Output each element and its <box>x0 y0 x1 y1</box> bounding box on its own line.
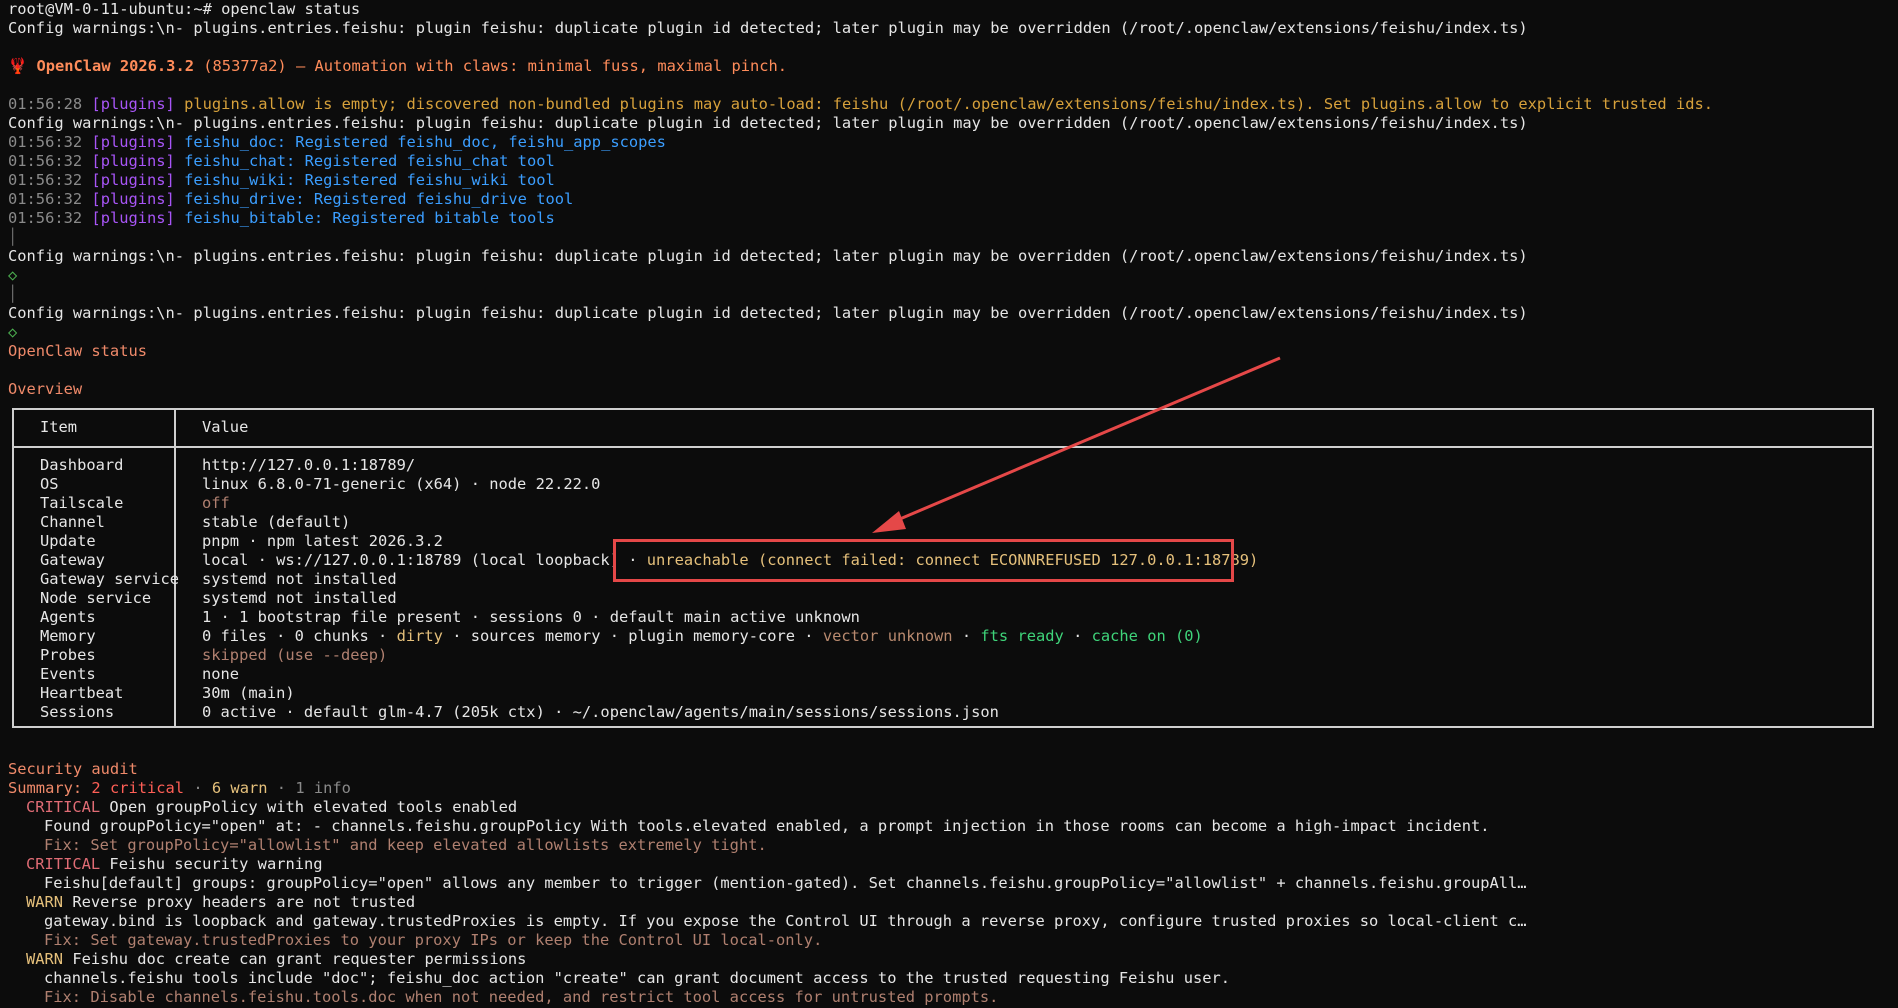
audit-item-fix: Fix: Disable channels.feishu.tools.doc w… <box>44 988 999 1006</box>
config-warning-line: Config warnings:\n- plugins.entries.feis… <box>8 114 1528 132</box>
critical-badge: CRITICAL <box>26 798 101 816</box>
shell-prompt-line: root@VM-0-11-ubuntu:~# openclaw status <box>8 0 361 18</box>
audit-item-title: WARN Reverse proxy headers are not trust… <box>26 893 416 911</box>
log-line: 01:56:32 [plugins] feishu_chat: Register… <box>8 152 555 170</box>
table-row-value: 0 active · default glm-4.7 (205k ctx) · … <box>202 703 999 721</box>
banner-name: OpenClaw 2026.3.2 <box>36 57 194 75</box>
table-row-item: Heartbeat <box>40 684 124 702</box>
table-row-item: Gateway <box>40 551 105 569</box>
audit-item-title: CRITICAL Open groupPolicy with elevated … <box>26 798 518 816</box>
critical-badge: CRITICAL <box>26 855 101 873</box>
table-row-item: OS <box>40 475 59 493</box>
audit-item-detail: gateway.bind is loopback and gateway.tru… <box>44 912 1527 930</box>
diamond-icon: ◇ <box>8 266 18 284</box>
pipe-glyph: │ <box>8 285 18 303</box>
security-summary: Summary: 2 critical · 6 warn · 1 info <box>8 779 351 797</box>
table-row-value: linux 6.8.0-71-generic (x64) · node 22.2… <box>202 475 601 493</box>
audit-item-title: CRITICAL Feishu security warning <box>26 855 323 873</box>
table-row-item: Probes <box>40 646 96 664</box>
table-row-value: stable (default) <box>202 513 351 531</box>
table-row-value: systemd not installed <box>202 570 397 588</box>
table-row-value: pnpm · npm latest 2026.3.2 <box>202 532 443 550</box>
lobster-icon: 🦞 <box>8 57 28 75</box>
log-line: 01:56:32 [plugins] feishu_drive: Registe… <box>8 190 574 208</box>
log-line: 01:56:32 [plugins] feishu_bitable: Regis… <box>8 209 555 227</box>
banner-line: 🦞 OpenClaw 2026.3.2 (85377a2) — Automati… <box>8 57 787 76</box>
table-header-divider <box>14 446 1872 448</box>
table-header-value: Value <box>202 418 249 436</box>
table-row-value: skipped (use --deep) <box>202 646 388 664</box>
audit-item-detail: channels.feishu tools include "doc"; fei… <box>44 969 1231 987</box>
table-row-item: Tailscale <box>40 494 124 512</box>
audit-item-detail: Found groupPolicy="open" at: - channels.… <box>44 817 1490 835</box>
table-header-item: Item <box>40 418 78 436</box>
table-row-item: Node service <box>40 589 152 607</box>
table-row-item: Update <box>40 532 96 550</box>
table-row-value: 0 files · 0 chunks · dirty · sources mem… <box>202 627 1203 645</box>
table-row-value: 1 · 1 bootstrap file present · sessions … <box>202 608 860 626</box>
security-audit-title: Security audit <box>8 760 138 778</box>
audit-item-fix: Fix: Set gateway.trustedProxies to your … <box>44 931 823 949</box>
warn-badge: WARN <box>26 950 64 968</box>
warn-badge: WARN <box>26 893 64 911</box>
audit-item-detail: Feishu[default] groups: groupPolicy="ope… <box>44 874 1527 892</box>
config-warning-line: Config warnings:\n- plugins.entries.feis… <box>8 19 1528 37</box>
table-row-item: Sessions <box>40 703 115 721</box>
table-row-item: Channel <box>40 513 105 531</box>
gateway-highlight-box <box>613 539 1234 582</box>
terminal-window[interactable]: root@VM-0-11-ubuntu:~# openclaw status C… <box>0 0 1898 1008</box>
status-title: OpenClaw status <box>8 342 147 360</box>
table-row-item: Memory <box>40 627 96 645</box>
config-warning-line: Config warnings:\n- plugins.entries.feis… <box>8 304 1528 322</box>
table-row-item: Events <box>40 665 96 683</box>
pipe-glyph: │ <box>8 228 18 246</box>
audit-item-title: WARN Feishu doc create can grant request… <box>26 950 527 968</box>
audit-item-fix: Fix: Set groupPolicy="allowlist" and kee… <box>44 836 767 854</box>
table-row-value: none <box>202 665 240 683</box>
table-column-divider <box>174 410 176 726</box>
table-row-value: systemd not installed <box>202 589 397 607</box>
log-line: 01:56:32 [plugins] feishu_doc: Registere… <box>8 133 666 151</box>
table-row-item: Agents <box>40 608 96 626</box>
table-row-value: off <box>202 494 230 512</box>
banner-commit: (85377a2) <box>203 57 287 75</box>
config-warning-line: Config warnings:\n- plugins.entries.feis… <box>8 247 1528 265</box>
table-row-item: Dashboard <box>40 456 124 474</box>
banner-tagline: — Automation with claws: minimal fuss, m… <box>295 57 788 75</box>
diamond-icon: ◇ <box>8 323 18 341</box>
table-row-value: 30m (main) <box>202 684 295 702</box>
table-row-item: Gateway service <box>40 570 179 588</box>
log-line: 01:56:32 [plugins] feishu_wiki: Register… <box>8 171 555 189</box>
overview-title: Overview <box>8 380 83 398</box>
log-line: 01:56:28 [plugins] plugins.allow is empt… <box>8 95 1713 113</box>
dashboard-link[interactable]: http://127.0.0.1:18789/ <box>202 456 415 475</box>
